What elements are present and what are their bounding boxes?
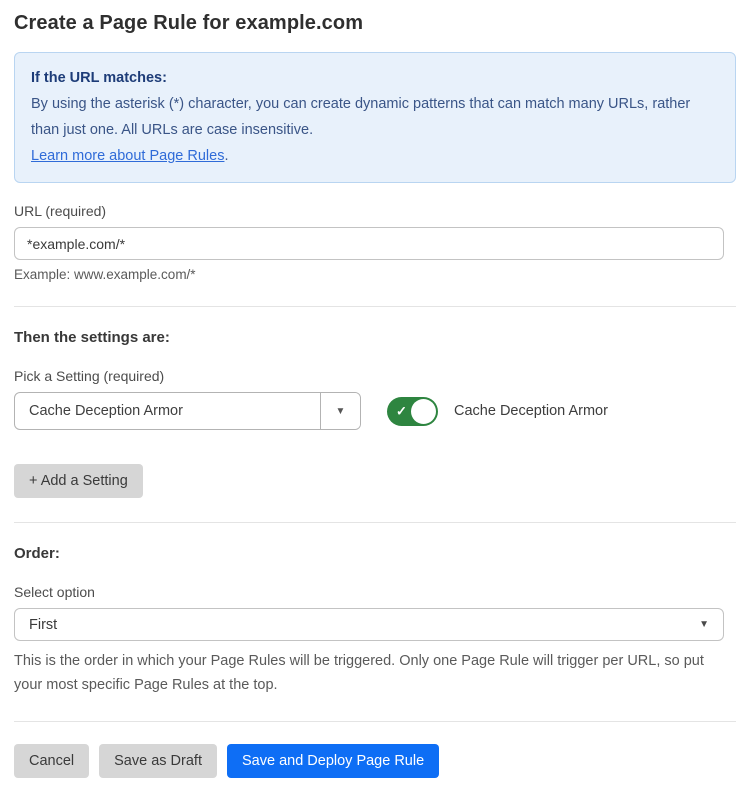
- save-and-deploy-button[interactable]: Save and Deploy Page Rule: [227, 744, 439, 778]
- setting-picker-arrow-button[interactable]: ▼: [320, 393, 360, 429]
- check-icon: ✓: [396, 405, 407, 418]
- chevron-down-icon: ▼: [336, 406, 346, 417]
- divider: [14, 306, 736, 307]
- page-rule-form: Create a Page Rule for example.com If th…: [0, 0, 750, 794]
- settings-section-heading: Then the settings are:: [14, 329, 736, 346]
- url-example-helper: Example: www.example.com/*: [14, 267, 736, 282]
- page-title: Create a Page Rule for example.com: [14, 12, 736, 35]
- chevron-down-icon: ▼: [699, 619, 709, 630]
- toggle-knob: [411, 399, 436, 424]
- order-select-value: First: [29, 617, 57, 633]
- learn-more-link[interactable]: Learn more about Page Rules: [31, 148, 224, 164]
- setting-toggle[interactable]: ✓: [387, 397, 438, 426]
- setting-toggle-label: Cache Deception Armor: [454, 403, 608, 419]
- order-helper-text: This is the order in which your Page Rul…: [14, 649, 730, 697]
- info-box-body-text: By using the asterisk (*) character, you…: [31, 96, 690, 138]
- order-section-heading: Order:: [14, 545, 736, 562]
- link-suffix: .: [224, 148, 228, 164]
- footer-actions: Cancel Save as Draft Save and Deploy Pag…: [14, 744, 736, 778]
- divider: [14, 721, 736, 722]
- save-as-draft-button[interactable]: Save as Draft: [99, 744, 217, 778]
- url-match-info-box: If the URL matches: By using the asteris…: [14, 52, 736, 183]
- setting-picker-label: Pick a Setting (required): [14, 368, 736, 384]
- setting-toggle-wrap: ✓ Cache Deception Armor: [387, 397, 608, 426]
- cancel-button[interactable]: Cancel: [14, 744, 89, 778]
- setting-picker-value: Cache Deception Armor: [15, 393, 320, 429]
- url-input[interactable]: [14, 227, 724, 260]
- setting-row: Cache Deception Armor ▼ ✓ Cache Deceptio…: [14, 392, 736, 430]
- setting-picker-dropdown[interactable]: Cache Deception Armor ▼: [14, 392, 361, 430]
- info-box-body: By using the asterisk (*) character, you…: [31, 91, 719, 169]
- order-select-label: Select option: [14, 584, 736, 600]
- add-setting-button[interactable]: + Add a Setting: [14, 464, 143, 498]
- info-box-heading: If the URL matches:: [31, 65, 719, 91]
- order-select[interactable]: First ▼: [14, 608, 724, 641]
- url-field-label: URL (required): [14, 203, 736, 219]
- divider: [14, 522, 736, 523]
